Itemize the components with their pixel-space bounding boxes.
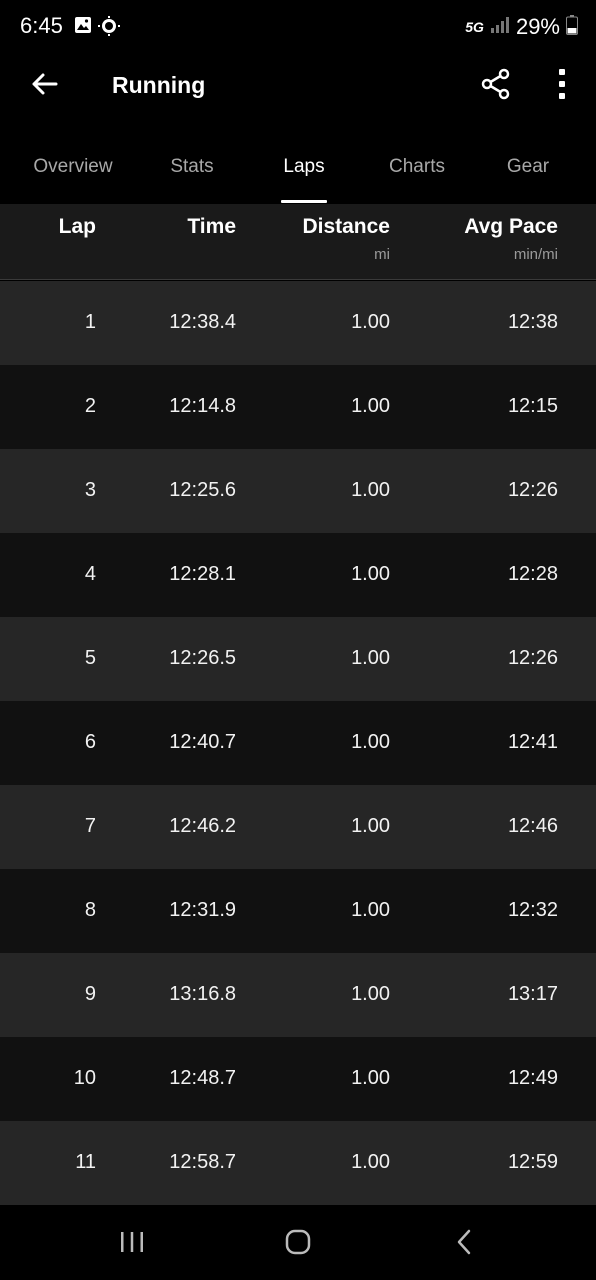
lap-distance: 1.00 [351,395,390,417]
lap-number: 3 [84,479,96,501]
arrow-left-icon [30,72,58,101]
status-right: 5G 29% [465,12,578,42]
lap-number: 2 [84,395,96,417]
lap-time: 12:38.4 [169,311,236,333]
lap-time: 12:14.8 [169,395,236,417]
status-time: 6:45 [20,13,63,38]
battery-percent: 29% [515,14,560,39]
lap-number: 9 [84,983,96,1005]
nav-back-button[interactable] [444,1224,484,1264]
lap-time: 12:31.9 [169,899,236,921]
more-vertical-icon [558,68,566,104]
lap-number: 5 [84,647,96,669]
laps-table: 1 12:38.4 1.00 12:38 2 12:14.8 1.00 12:1… [0,281,596,1205]
table-header: Lap Time Distance mi Avg Pace min/mi [0,204,596,280]
lap-time: 12:46.2 [169,815,236,837]
table-row: 8 12:31.9 1.00 12:32 [0,869,596,953]
column-header-lap: Lap [58,215,96,238]
lap-time: 12:58.7 [169,1151,236,1173]
lap-time: 12:25.6 [169,479,236,501]
lap-avg-pace: 12:26 [507,647,558,669]
lap-time: 12:40.7 [169,731,236,753]
signal-icon [490,16,510,39]
brightness-icon [98,16,120,41]
system-nav-bar [0,1206,596,1280]
gallery-icon [74,16,92,39]
table-row: 11 12:58.7 1.00 12:59 [0,1121,596,1205]
column-header-avg-pace: Avg Pace [464,215,558,238]
table-row: 5 12:26.5 1.00 12:26 [0,617,596,701]
lap-distance: 1.00 [351,1151,390,1173]
table-row: 3 12:25.6 1.00 12:26 [0,449,596,533]
lap-number: 10 [73,1067,96,1089]
lap-avg-pace: 12:46 [507,815,558,837]
lap-avg-pace: 12:32 [507,899,558,921]
table-row: 10 12:48.7 1.00 12:49 [0,1037,596,1121]
table-row: 1 12:38.4 1.00 12:38 [0,281,596,365]
lap-avg-pace: 12:49 [507,1067,558,1089]
network-label: 5G [465,19,484,35]
lap-number: 6 [84,731,96,753]
recent-apps-icon [119,1230,145,1259]
screen: 6:45 5G 29% Running Overview Stats Laps … [0,0,596,1280]
back-button[interactable] [22,66,66,106]
lap-avg-pace: 12:26 [507,479,558,501]
lap-avg-pace: 12:59 [507,1151,558,1173]
lap-avg-pace: 12:38 [507,311,558,333]
lap-avg-pace: 12:15 [507,395,558,417]
tab-overview[interactable]: Overview [33,156,112,178]
lap-distance: 1.00 [351,731,390,753]
lap-distance: 1.00 [351,815,390,837]
app-bar: Running [0,56,596,118]
column-unit-distance: mi [374,246,390,263]
lap-avg-pace: 12:28 [507,563,558,585]
share-icon [480,68,512,105]
lap-avg-pace: 12:41 [507,731,558,753]
nav-back-icon [454,1228,474,1261]
lap-time: 12:28.1 [169,563,236,585]
table-row: 9 13:16.8 1.00 13:17 [0,953,596,1037]
home-icon [284,1228,312,1261]
table-row: 6 12:40.7 1.00 12:41 [0,701,596,785]
table-row: 2 12:14.8 1.00 12:15 [0,365,596,449]
home-button[interactable] [278,1224,318,1264]
lap-distance: 1.00 [351,311,390,333]
share-button[interactable] [476,66,516,106]
lap-number: 7 [84,815,96,837]
table-row: 4 12:28.1 1.00 12:28 [0,533,596,617]
tab-bar: Overview Stats Laps Charts Gear [0,140,596,204]
lap-distance: 1.00 [351,647,390,669]
more-options-button[interactable] [544,66,580,106]
lap-distance: 1.00 [351,563,390,585]
column-header-distance: Distance [302,215,390,238]
tab-gear[interactable]: Gear [507,156,549,178]
tab-charts[interactable]: Charts [389,156,445,178]
lap-number: 11 [75,1151,96,1173]
lap-number: 4 [84,563,96,585]
tab-laps[interactable]: Laps [283,156,324,178]
lap-time: 12:26.5 [169,647,236,669]
lap-distance: 1.00 [351,899,390,921]
lap-distance: 1.00 [351,983,390,1005]
lap-number: 1 [84,311,96,333]
tab-stats[interactable]: Stats [170,156,213,178]
active-tab-indicator [281,200,327,203]
lap-distance: 1.00 [351,479,390,501]
recent-apps-button[interactable] [112,1224,152,1264]
lap-distance: 1.00 [351,1067,390,1089]
lap-number: 8 [84,899,96,921]
status-bar: 6:45 5G 29% [0,0,596,56]
page-title: Running [112,72,206,98]
column-header-time: Time [187,215,236,238]
battery-icon [566,14,578,40]
lap-time: 13:16.8 [169,983,236,1005]
column-unit-avg-pace: min/mi [513,246,558,263]
lap-avg-pace: 13:17 [507,983,558,1005]
table-row: 7 12:46.2 1.00 12:46 [0,785,596,869]
lap-time: 12:48.7 [169,1067,236,1089]
